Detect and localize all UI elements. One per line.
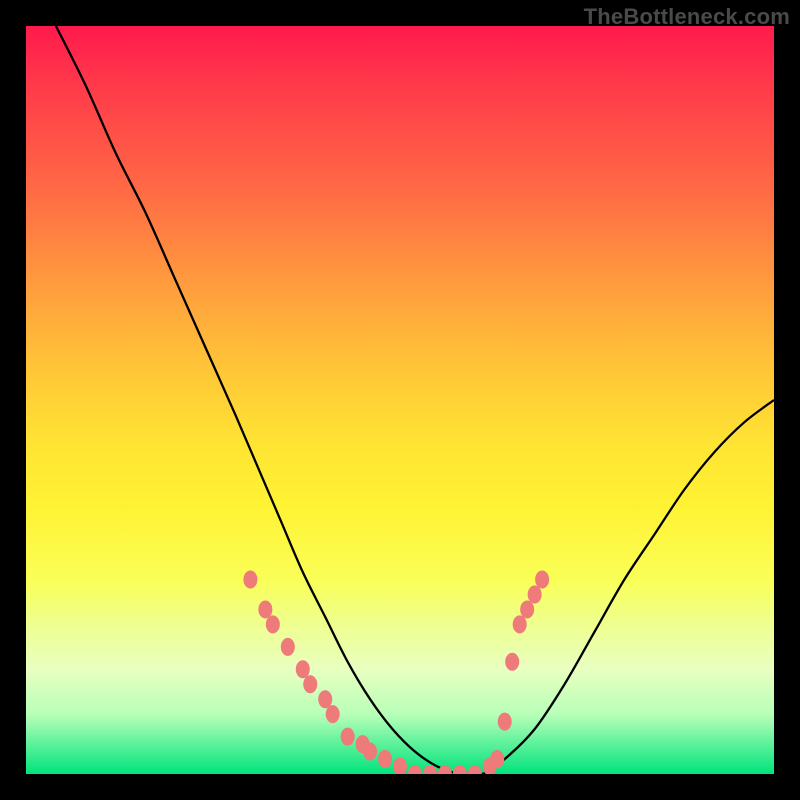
data-marker — [296, 660, 310, 678]
data-marker — [513, 615, 527, 633]
data-marker — [438, 765, 452, 774]
data-marker — [408, 765, 422, 774]
data-marker — [528, 585, 542, 603]
data-marker — [266, 615, 280, 633]
data-marker — [505, 653, 519, 671]
data-marker — [318, 690, 332, 708]
bottleneck-curve-svg — [26, 26, 774, 774]
data-marker — [453, 765, 467, 774]
data-marker — [378, 750, 392, 768]
data-marker — [498, 713, 512, 731]
data-marker — [243, 571, 257, 589]
data-marker — [326, 705, 340, 723]
marker-group — [243, 571, 549, 774]
data-marker — [258, 600, 272, 618]
data-marker — [363, 743, 377, 761]
data-marker — [490, 750, 504, 768]
data-marker — [303, 675, 317, 693]
chart-frame: TheBottleneck.com — [0, 0, 800, 800]
data-marker — [393, 758, 407, 774]
data-marker — [468, 765, 482, 774]
plot-area — [26, 26, 774, 774]
data-marker — [281, 638, 295, 656]
bottleneck-curve — [56, 26, 774, 774]
data-marker — [535, 571, 549, 589]
data-marker — [520, 600, 534, 618]
data-marker — [341, 728, 355, 746]
